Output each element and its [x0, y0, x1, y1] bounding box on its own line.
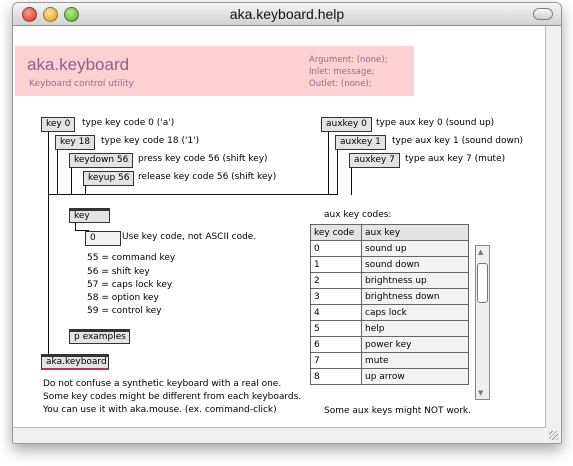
aux-key-cell: up arrow: [361, 368, 469, 385]
key-code-cell: 8: [310, 368, 362, 385]
table-header-row: key code aux key: [310, 224, 469, 241]
io-description: Argument: (none); Inlet: message; Outlet…: [309, 54, 387, 90]
scroll-up-arrow-icon[interactable]: ▲: [478, 248, 483, 256]
column-header-aux-key: aux key: [361, 224, 469, 241]
outlet-text: Outlet: (none);: [309, 79, 372, 89]
auxkey-7-message[interactable]: auxkey 7: [349, 153, 400, 168]
aux-key-table: key code aux key 0 sound up 1 sound down 2…: [310, 224, 469, 385]
aux-table-title: aux key codes:: [324, 210, 392, 220]
auxkey-1-description: type aux key 1 (sound down): [392, 136, 524, 146]
column-header-key-code: key code: [310, 224, 362, 241]
note-key-codes-differ: Some key codes might be different from e…: [43, 392, 302, 402]
key-0-description: type key code 0 ('a'): [82, 118, 175, 128]
table-row[interactable]: 7 mute: [310, 352, 469, 369]
table-row[interactable]: 0 sound up: [310, 240, 469, 257]
key-code-cell: 2: [310, 272, 362, 289]
table-row[interactable]: 3 brightness down: [310, 288, 469, 305]
help-window: aka.keyboard.help aka.keyboard Keyboard …: [12, 2, 562, 444]
table-row[interactable]: 8 up arrow: [310, 368, 469, 385]
key-code-cell: 4: [310, 304, 362, 321]
table-scrollbar[interactable]: ▲ ▼: [475, 245, 490, 400]
patch-cord: [48, 130, 49, 354]
table-row[interactable]: 6 power key: [310, 336, 469, 353]
key-18-description: type key code 18 ('1'): [101, 136, 200, 146]
window-title: aka.keyboard.help: [229, 6, 345, 22]
keydown-description: press key code 56 (shift key): [138, 154, 268, 164]
horizontal-scrollbar[interactable]: [13, 427, 545, 443]
auxkey-1-message[interactable]: auxkey 1: [335, 135, 386, 150]
aux-key-cell: sound down: [361, 256, 469, 273]
key-code-option: 58 = option key: [87, 293, 159, 303]
aux-key-cell: power key: [361, 336, 469, 353]
key-object[interactable]: key: [69, 208, 110, 223]
keyup-description: release key code 56 (shift key): [138, 172, 277, 182]
table-scroll-thumb[interactable]: [477, 263, 488, 303]
note-synthetic-keyboard: Do not confuse a synthetic keyboard with…: [43, 379, 282, 389]
table-row[interactable]: 1 sound down: [310, 256, 469, 273]
auxkey-0-message[interactable]: auxkey 0: [321, 117, 372, 132]
key-code-cell: 1: [310, 256, 362, 273]
table-row[interactable]: 4 caps lock: [310, 304, 469, 321]
patcher-canvas: aka.keyboard Keyboard control utility Ar…: [13, 26, 545, 428]
aux-key-cell: help: [361, 320, 469, 337]
toolbar-toggle-button[interactable]: [533, 8, 553, 20]
table-row[interactable]: 2 brightness up: [310, 272, 469, 289]
key-code-cell: 6: [310, 336, 362, 353]
aux-key-cell: brightness down: [361, 288, 469, 305]
key-code-cell: 5: [310, 320, 362, 337]
auxkey-0-description: type aux key 0 (sound up): [376, 118, 495, 128]
patch-cord: [48, 194, 338, 195]
keyup-56-message[interactable]: keyup 56: [83, 171, 135, 186]
note-aka-mouse: You can use it with aka.mouse. (ex. comm…: [43, 405, 277, 415]
table-row[interactable]: 5 help: [310, 320, 469, 337]
aux-key-cell: mute: [361, 352, 469, 369]
patch-cord: [71, 166, 72, 195]
scroll-down-arrow-icon[interactable]: ▼: [478, 389, 483, 397]
patch-cord: [351, 166, 352, 195]
aux-keys-note: Some aux keys might NOT work.: [324, 406, 471, 416]
key-18-message[interactable]: key 18: [55, 135, 96, 150]
aux-key-cell: caps lock: [361, 304, 469, 321]
resize-grip-icon: [549, 431, 558, 440]
patch-title: aka.keyboard: [27, 55, 130, 74]
key-code-command: 55 = command key: [87, 253, 176, 263]
resize-grip[interactable]: [546, 428, 561, 443]
title-bar[interactable]: aka.keyboard.help: [13, 3, 561, 26]
help-header: aka.keyboard Keyboard control utility Ar…: [15, 46, 414, 96]
patch-cord: [57, 148, 58, 195]
key-code-cell: 3: [310, 288, 362, 305]
key-code-caps-lock: 57 = caps lock key: [87, 280, 173, 290]
p-examples-subpatch[interactable]: p examples: [69, 329, 130, 344]
vertical-scrollbar[interactable]: [545, 26, 561, 428]
key-code-cell: 7: [310, 352, 362, 369]
patch-cord: [328, 130, 329, 195]
aux-key-cell: sound up: [361, 240, 469, 257]
patch-cord: [337, 148, 338, 195]
key-code-control: 59 = control key: [87, 306, 162, 316]
key-code-number-box[interactable]: 0: [85, 231, 121, 246]
auxkey-7-description: type aux key 7 (mute): [405, 154, 506, 164]
argument-text: Argument: (none);: [309, 55, 388, 65]
number-box-description: Use key code, not ASCII code.: [122, 232, 257, 242]
inlet-text: Inlet: message;: [309, 67, 375, 77]
aka-keyboard-object[interactable]: aka.keyboard: [41, 354, 109, 370]
key-0-message[interactable]: key 0: [41, 117, 76, 132]
patch-subtitle: Keyboard control utility: [29, 79, 134, 89]
key-code-shift: 56 = shift key: [87, 267, 150, 277]
aux-key-cell: brightness up: [361, 272, 469, 289]
key-code-cell: 0: [310, 240, 362, 257]
keydown-56-message[interactable]: keydown 56: [69, 153, 134, 168]
